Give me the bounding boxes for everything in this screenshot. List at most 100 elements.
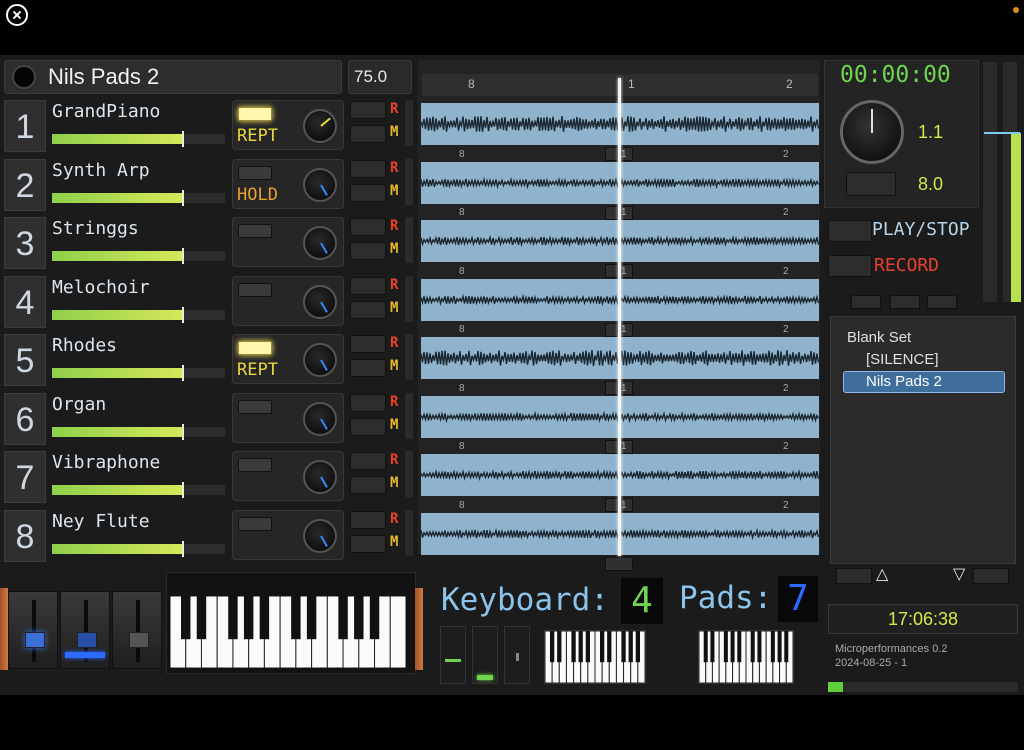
- track-mode-button[interactable]: [238, 224, 272, 238]
- fader-1[interactable]: [8, 591, 58, 669]
- track-level-fill[interactable]: [52, 193, 182, 203]
- setlist-up-button[interactable]: [836, 568, 872, 584]
- fader-3[interactable]: [112, 591, 162, 669]
- track-knob[interactable]: [303, 285, 337, 319]
- setlist-item-selected[interactable]: Nils Pads 2: [843, 371, 1005, 393]
- track-mode-button[interactable]: [238, 166, 272, 180]
- track-knob[interactable]: [303, 460, 337, 494]
- mini-button[interactable]: [851, 295, 881, 309]
- track-scroll[interactable]: [405, 276, 413, 322]
- track-knob[interactable]: [303, 343, 337, 377]
- record-arm-button[interactable]: [350, 160, 386, 178]
- track-level-fill[interactable]: [52, 134, 182, 144]
- track-level-fill[interactable]: [52, 485, 182, 495]
- mini-button[interactable]: [890, 295, 920, 309]
- jog-knob[interactable]: [840, 100, 904, 164]
- track-scroll[interactable]: [405, 100, 413, 146]
- track-scroll[interactable]: [405, 510, 413, 556]
- track-number[interactable]: 5: [4, 334, 46, 386]
- close-icon[interactable]: [6, 4, 28, 26]
- track-mode-button[interactable]: [238, 107, 272, 121]
- piano-keyboard[interactable]: [169, 595, 407, 669]
- status-dot: [1013, 7, 1019, 13]
- track-level-fill[interactable]: [52, 368, 182, 378]
- mute-button[interactable]: [350, 184, 386, 202]
- track-scroll[interactable]: [405, 159, 413, 205]
- track-name[interactable]: GrandPiano: [52, 101, 160, 122]
- up-arrow-icon[interactable]: △: [876, 564, 888, 583]
- ruler-label: 8: [459, 149, 465, 160]
- mute-button[interactable]: [350, 301, 386, 319]
- mute-button[interactable]: [350, 359, 386, 377]
- track-mode-button[interactable]: [238, 283, 272, 297]
- track-name[interactable]: Synth Arp: [52, 160, 150, 181]
- track-number[interactable]: 3: [4, 217, 46, 269]
- playhead[interactable]: [618, 78, 621, 556]
- mute-button[interactable]: [350, 242, 386, 260]
- track-name[interactable]: Stringgs: [52, 218, 139, 239]
- track-name[interactable]: Rhodes: [52, 335, 117, 356]
- mini-fader-1[interactable]: [440, 626, 466, 684]
- track-level-fill[interactable]: [52, 310, 182, 320]
- track-knob[interactable]: [303, 226, 337, 260]
- track-level-fill[interactable]: [52, 427, 182, 437]
- down-arrow-icon[interactable]: ▽: [953, 564, 965, 583]
- track-scroll[interactable]: [405, 393, 413, 439]
- play-stop-button[interactable]: [828, 220, 872, 242]
- track-mode-button[interactable]: [238, 400, 272, 414]
- fader-2[interactable]: [60, 591, 110, 669]
- mini-fader-2[interactable]: [472, 626, 498, 684]
- mute-button[interactable]: [350, 418, 386, 436]
- record-arm-button[interactable]: [350, 218, 386, 236]
- mute-button[interactable]: [350, 476, 386, 494]
- pads-channel[interactable]: 7: [778, 576, 818, 622]
- track-level-fill[interactable]: [52, 544, 182, 554]
- track-number[interactable]: 7: [4, 451, 46, 503]
- track-number[interactable]: 1: [4, 100, 46, 152]
- pads-split-display[interactable]: [698, 630, 794, 684]
- track-controls: [232, 510, 344, 560]
- record-arm-button[interactable]: [350, 394, 386, 412]
- track-mode-button[interactable]: [238, 341, 272, 355]
- keyboard-split-display[interactable]: [544, 630, 646, 684]
- transport-small-button[interactable]: [846, 172, 896, 196]
- track-knob[interactable]: [303, 519, 337, 553]
- track-knob[interactable]: [303, 109, 337, 143]
- track-scroll[interactable]: [405, 217, 413, 263]
- record-arm-label: R: [390, 394, 399, 410]
- record-button[interactable]: [828, 255, 872, 277]
- setlist-item[interactable]: Blank Set: [847, 329, 911, 346]
- record-arm-label: R: [390, 277, 399, 293]
- setlist-down-button[interactable]: [973, 568, 1009, 584]
- track-name[interactable]: Organ: [52, 394, 106, 415]
- record-arm-button[interactable]: [350, 452, 386, 470]
- track-name[interactable]: Vibraphone: [52, 452, 160, 473]
- mute-button[interactable]: [350, 535, 386, 553]
- record-arm-button[interactable]: [350, 335, 386, 353]
- track-number[interactable]: 4: [4, 276, 46, 328]
- track-number[interactable]: 2: [4, 159, 46, 211]
- record-arm-button[interactable]: [350, 511, 386, 529]
- track-name[interactable]: Melochoir: [52, 277, 150, 298]
- track-mode-button[interactable]: [238, 517, 272, 531]
- track-mode-button[interactable]: [238, 458, 272, 472]
- setlist-item[interactable]: [SILENCE]: [866, 351, 939, 368]
- record-arm-button[interactable]: [350, 101, 386, 119]
- track-number[interactable]: 8: [4, 510, 46, 562]
- track-scroll[interactable]: [405, 334, 413, 380]
- mini-button[interactable]: [927, 295, 957, 309]
- mute-button[interactable]: [350, 125, 386, 143]
- track-knob[interactable]: [303, 402, 337, 436]
- set-knob-icon[interactable]: [12, 65, 36, 89]
- track-level-fill[interactable]: [52, 251, 182, 261]
- track-scroll[interactable]: [405, 451, 413, 497]
- tempo-field[interactable]: 75.0: [348, 60, 412, 94]
- track-name[interactable]: Ney Flute: [52, 511, 150, 532]
- keyboard-channel[interactable]: 4: [621, 578, 663, 624]
- mini-fader-3[interactable]: [504, 626, 530, 684]
- record-arm-button[interactable]: [350, 277, 386, 295]
- playhead-handle[interactable]: [605, 557, 633, 571]
- track-knob[interactable]: [303, 168, 337, 202]
- track-number[interactable]: 6: [4, 393, 46, 445]
- ruler-label: 1: [621, 383, 627, 394]
